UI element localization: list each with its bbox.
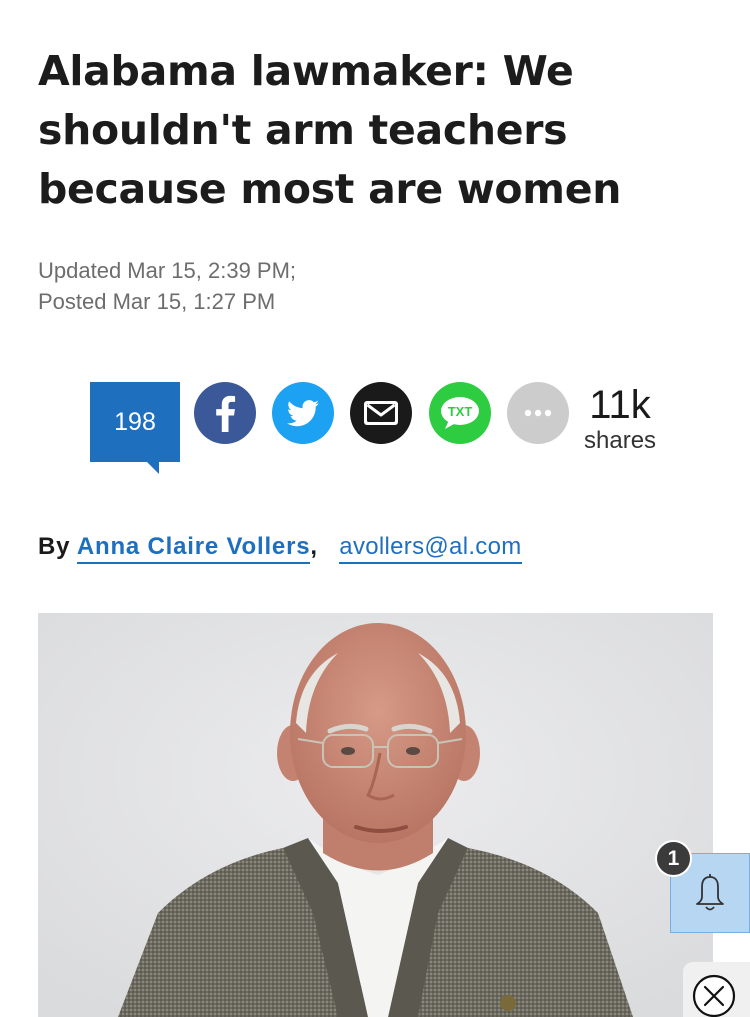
share-total-label: shares <box>584 427 657 454</box>
share-bar: 198 TXT 11k shares <box>0 380 750 480</box>
byline: By Anna Claire Vollers, avollers@al.com <box>38 533 522 564</box>
headline-line: shouldn't arm teachers <box>38 106 568 154</box>
article-photo <box>38 613 713 1017</box>
notification-badge: 1 <box>655 840 692 877</box>
article-headline: Alabama lawmaker: We shouldn't arm teach… <box>38 42 718 219</box>
notification-count: 1 <box>667 846 680 870</box>
headline-line: because most are women <box>38 165 622 213</box>
comment-count-button[interactable]: 198 <box>90 382 180 462</box>
author-link[interactable]: Anna Claire Vollers <box>76 533 311 564</box>
article-page: Alabama lawmaker: We shouldn't arm teach… <box>0 0 750 1017</box>
close-icon <box>692 974 736 1017</box>
email-icon[interactable] <box>350 382 412 444</box>
author-email-link[interactable]: avollers@al.com <box>339 533 522 564</box>
share-total-count: 11k <box>589 383 651 427</box>
more-icon[interactable] <box>507 382 569 444</box>
updated-timestamp: Updated Mar 15, 2:39 PM; <box>38 258 297 283</box>
txt-icon[interactable]: TXT <box>429 382 491 444</box>
article-timestamps: Updated Mar 15, 2:39 PM; Posted Mar 15, … <box>38 255 296 317</box>
share-total: 11k shares <box>584 384 656 456</box>
close-button[interactable] <box>690 972 738 1017</box>
txt-label: TXT <box>448 404 473 419</box>
comment-count: 198 <box>114 407 156 436</box>
comment-bubble-tail <box>145 460 159 474</box>
bell-icon <box>696 874 724 911</box>
twitter-icon[interactable] <box>272 382 334 444</box>
facebook-icon[interactable] <box>194 382 256 444</box>
byline-prefix: By <box>38 533 71 560</box>
posted-timestamp: Posted Mar 15, 1:27 PM <box>38 289 276 314</box>
headline-line: Alabama lawmaker: We <box>38 47 574 95</box>
byline-separator: , <box>310 533 318 560</box>
